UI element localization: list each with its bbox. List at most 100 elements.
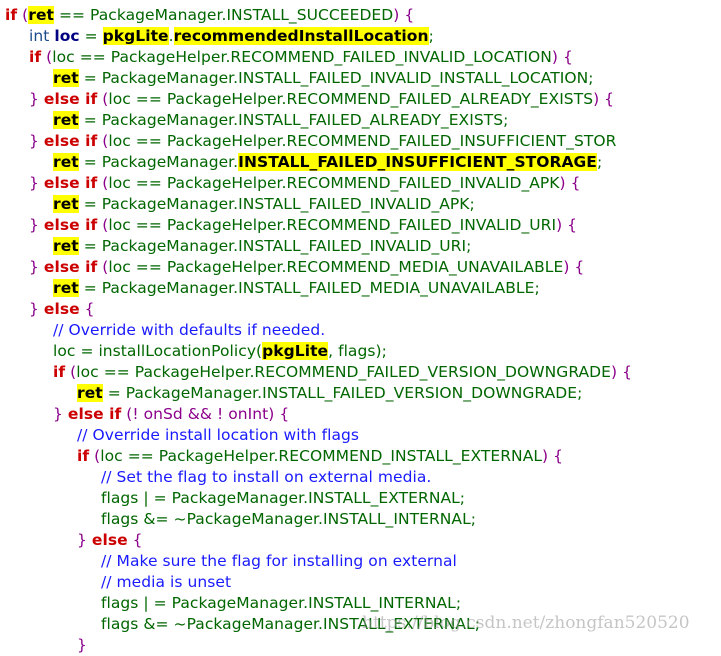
code-token: else if — [43, 258, 98, 276]
code-line: } else if (! onSd && ! onInt) { — [5, 404, 632, 425]
code-token: ( — [97, 258, 109, 276]
code-token: ( — [97, 90, 109, 108]
code-token: } — [29, 90, 44, 108]
code-line: if (loc == PackageHelper.RECOMMEND_FAILE… — [5, 362, 632, 383]
code-token: else — [43, 300, 80, 318]
code-line: if (loc == PackageHelper.RECOMMEND_INSTA… — [5, 446, 632, 467]
code-token: = PackageManager.INSTALL_FAILED_INVALID_… — [78, 69, 594, 87]
code-token: ) { — [593, 90, 615, 108]
watermark-text: https://blog.csdn.net/zhongfan520520 — [362, 613, 690, 633]
code-line: // Set the flag to install on external m… — [5, 467, 632, 488]
code-line: if (ret == PackageManager.INSTALL_SUCCEE… — [5, 5, 632, 26]
code-token: if — [29, 48, 42, 66]
code-token: } — [29, 300, 44, 318]
code-token: ; — [596, 153, 603, 171]
code-token: flags | = PackageManager.INSTALL_INTERNA… — [101, 594, 462, 612]
code-line: flags | = PackageManager.INSTALL_EXTERNA… — [5, 488, 632, 509]
code-line: loc = installLocationPolicy(pkgLite, fla… — [5, 341, 632, 362]
code-token: } — [77, 531, 92, 549]
code-line: if (loc == PackageHelper.RECOMMEND_FAILE… — [5, 47, 632, 68]
code-token: = PackageManager. — [78, 153, 239, 171]
code-token: loc == PackageHelper.RECOMMEND_FAILED_AL… — [108, 90, 594, 108]
code-token: { — [79, 300, 95, 318]
code-token: ( — [17, 6, 29, 24]
code-line: } — [5, 635, 632, 656]
code-token: flags | = PackageManager.INSTALL_EXTERNA… — [101, 489, 466, 507]
code-line: flags | = PackageManager.INSTALL_INTERNA… — [5, 593, 632, 614]
code-token: int — [29, 27, 55, 45]
code-token: ) { — [611, 363, 632, 381]
code-line: // Override with defaults if needed. — [5, 320, 632, 341]
code-token: = PackageManager.INSTALL_FAILED_MEDIA_UN… — [78, 279, 540, 297]
highlighted-token: recommendedInstallLocation — [173, 27, 429, 45]
code-line: ret = PackageManager.INSTALL_FAILED_MEDI… — [5, 278, 632, 299]
code-token: // media is unset — [101, 573, 232, 591]
code-line: // media is unset — [5, 572, 632, 593]
code-token: loc — [54, 27, 80, 45]
highlighted-token: ret — [53, 237, 79, 255]
code-line: ret = PackageManager.INSTALL_FAILED_INVA… — [5, 68, 632, 89]
code-line: // Override install location with flags — [5, 425, 632, 446]
code-token: = PackageManager.INSTALL_FAILED_VERSION_… — [102, 384, 583, 402]
code-token: } — [29, 258, 44, 276]
code-token: loc == PackageHelper.RECOMMEND_FAILED_IN… — [108, 174, 560, 192]
code-token: if — [53, 363, 66, 381]
code-token: = PackageManager.INSTALL_FAILED_INVALID_… — [78, 195, 475, 213]
highlighted-token: INSTALL_FAILED_INSUFFICIENT_STORAGE — [238, 153, 597, 171]
highlighted-token: ret — [53, 111, 79, 129]
code-token: loc == PackageHelper.RECOMMEND_INSTALL_E… — [100, 447, 543, 465]
code-token: loc == PackageHelper.RECOMMEND_FAILED_IN… — [52, 48, 552, 66]
code-token: } — [77, 636, 87, 654]
code-token: ) { — [542, 447, 564, 465]
code-token: ( — [97, 216, 109, 234]
code-line: } else { — [5, 530, 632, 551]
code-token: if — [5, 6, 18, 24]
code-line: ret = PackageManager.INSTALL_FAILED_INVA… — [5, 236, 632, 257]
code-token: } — [29, 132, 44, 150]
code-token: loc == PackageHelper.RECOMMEND_FAILED_IN… — [108, 132, 617, 150]
highlighted-token: ret — [53, 153, 79, 171]
code-token: // Override install location with flags — [77, 426, 360, 444]
code-token: // Override with defaults if needed. — [53, 321, 326, 339]
code-line: int loc = pkgLite.recommendedInstallLoca… — [5, 26, 632, 47]
code-token: else if — [67, 405, 122, 423]
code-token: if — [77, 447, 90, 465]
code-token: ( — [65, 363, 77, 381]
code-line: } else if (loc == PackageHelper.RECOMMEN… — [5, 131, 632, 152]
highlighted-token: ret — [53, 279, 79, 297]
code-token: else if — [43, 132, 98, 150]
code-line: } else if (loc == PackageHelper.RECOMMEN… — [5, 215, 632, 236]
code-token: { — [127, 531, 143, 549]
code-line: ret = PackageManager.INSTALL_FAILED_INSU… — [5, 152, 632, 173]
code-token: loc = installLocationPolicy( — [53, 342, 263, 360]
code-token: else if — [43, 216, 98, 234]
code-token: ( — [97, 132, 109, 150]
code-token: . — [168, 27, 174, 45]
code-token: ) { — [556, 216, 578, 234]
highlighted-token: ret — [53, 69, 79, 87]
code-token: ; — [428, 27, 434, 45]
code-line: ret = PackageManager.INSTALL_FAILED_VERS… — [5, 383, 632, 404]
code-token: loc == PackageHelper.RECOMMEND_FAILED_VE… — [76, 363, 611, 381]
code-token: else if — [43, 90, 98, 108]
code-token: ) { — [563, 258, 585, 276]
code-token: loc == PackageHelper.RECOMMEND_MEDIA_UNA… — [108, 258, 564, 276]
code-line: } else { — [5, 299, 632, 320]
code-line: } else if (loc == PackageHelper.RECOMMEN… — [5, 173, 632, 194]
code-token: } — [53, 405, 68, 423]
highlighted-token: ret — [28, 6, 54, 24]
code-token: ( — [41, 48, 53, 66]
code-token: loc == PackageHelper.RECOMMEND_FAILED_IN… — [108, 216, 557, 234]
code-token: // Make sure the flag for installing on … — [101, 552, 457, 570]
code-token: flags &= ~PackageManager.INSTALL_INTERNA… — [101, 510, 477, 528]
code-token: // Set the flag to install on external m… — [101, 468, 432, 486]
code-token: = PackageManager.INSTALL_FAILED_ALREADY_… — [78, 111, 509, 129]
code-editor[interactable]: if (ret == PackageManager.INSTALL_SUCCEE… — [5, 5, 632, 656]
code-line: ret = PackageManager.INSTALL_FAILED_ALRE… — [5, 110, 632, 131]
code-token: = — [79, 27, 103, 45]
code-line: } else if (loc == PackageHelper.RECOMMEN… — [5, 89, 632, 110]
code-line: // Make sure the flag for installing on … — [5, 551, 632, 572]
code-token: } — [29, 174, 44, 192]
code-line: flags &= ~PackageManager.INSTALL_INTERNA… — [5, 509, 632, 530]
code-token: = PackageManager.INSTALL_FAILED_INVALID_… — [78, 237, 472, 255]
